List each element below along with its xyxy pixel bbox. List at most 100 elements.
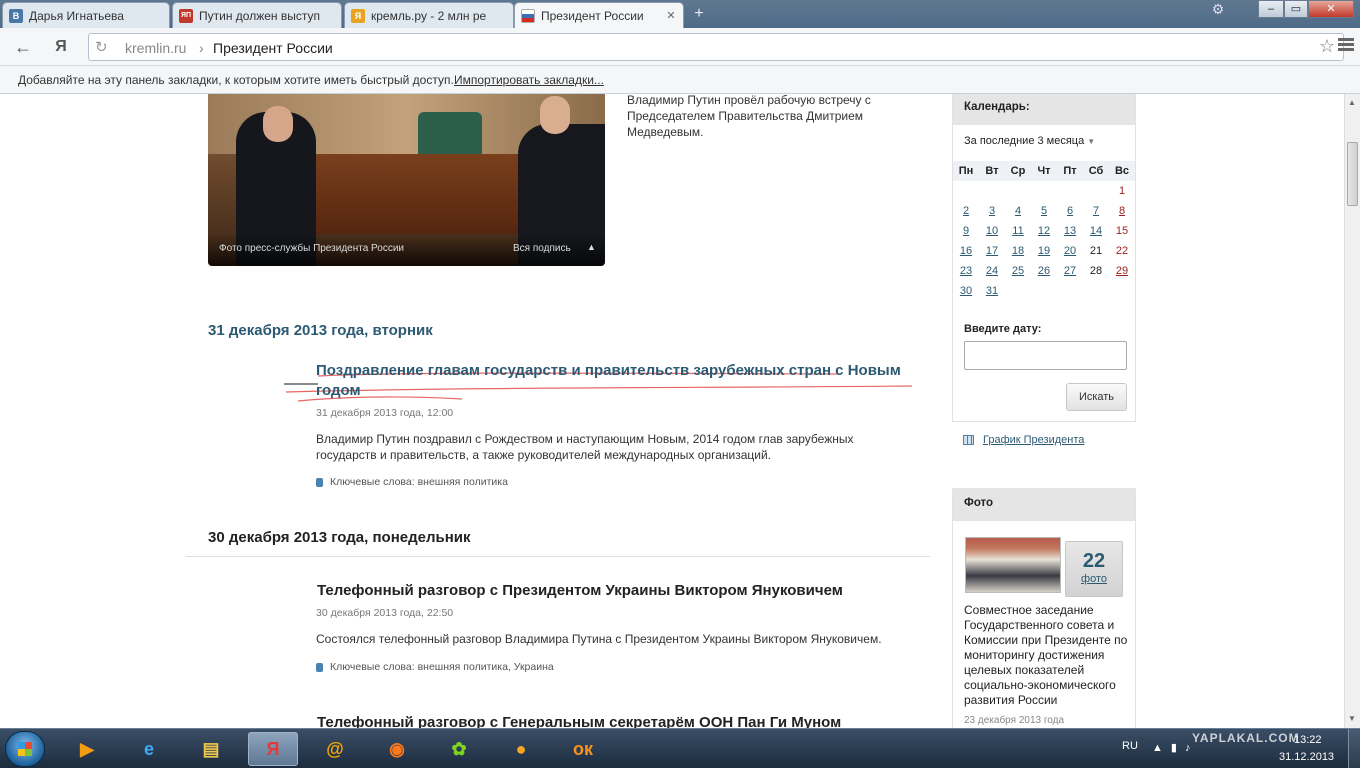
full-caption-toggle[interactable]: Вся подпись bbox=[513, 243, 571, 254]
calendar-day[interactable]: 9 bbox=[953, 221, 979, 241]
back-button[interactable]: ← bbox=[12, 36, 34, 58]
calendar-day[interactable]: 29 bbox=[1109, 261, 1135, 281]
close-tab-icon[interactable]: ✕ bbox=[665, 9, 677, 22]
new-tab-button[interactable]: + bbox=[688, 5, 710, 23]
news-title[interactable]: Поздравление главам государств и правите… bbox=[316, 361, 916, 401]
calendar-day[interactable]: 27 bbox=[1057, 261, 1083, 281]
keywords-value[interactable]: внешняя политика bbox=[418, 476, 508, 488]
calendar-day[interactable]: 30 bbox=[953, 281, 979, 301]
calendar-week: 16 17 18 19 20 21 22 bbox=[953, 241, 1135, 261]
calendar-day[interactable]: 11 bbox=[1005, 221, 1031, 241]
photo-description: Владимир Путин провёл рабочую встречу с … bbox=[627, 94, 871, 139]
calendar-grid: Пн Вт Ср Чт Пт Сб Вс 1 2 3 4 5 6 7 8 9 10 11 12 13 14 15 16 17 1… bbox=[953, 161, 1135, 301]
clock-date[interactable]: 31.12.2013 bbox=[1279, 751, 1334, 763]
close-window-button[interactable]: ✕ bbox=[1308, 0, 1354, 18]
mail-agent-icon[interactable]: @ bbox=[310, 732, 360, 766]
calendar-week: 30 31 bbox=[953, 281, 1135, 301]
calendar-day[interactable]: 2 bbox=[953, 201, 979, 221]
calendar-day[interactable]: 7 bbox=[1083, 201, 1109, 221]
tab-vk[interactable]: В Дарья Игнатьева bbox=[2, 2, 170, 28]
yandex-browser-icon[interactable]: Я bbox=[248, 732, 298, 766]
photo-count-unit[interactable]: фото bbox=[1066, 573, 1122, 585]
start-button[interactable] bbox=[5, 731, 45, 767]
calendar-day[interactable]: 31 bbox=[979, 281, 1005, 301]
calendar-empty-cell bbox=[1005, 281, 1031, 301]
calendar-day[interactable]: 4 bbox=[1005, 201, 1031, 221]
calendar-day[interactable]: 17 bbox=[979, 241, 1005, 261]
scroll-thumb[interactable] bbox=[1347, 142, 1358, 206]
calendar-day[interactable]: 3 bbox=[979, 201, 1005, 221]
minimize-button[interactable]: – bbox=[1258, 0, 1284, 18]
calendar-day[interactable]: 19 bbox=[1031, 241, 1057, 261]
divider bbox=[186, 556, 930, 557]
browser-toolbar: ← Я ↻ kremlin.ru › Президент России ☆ bbox=[0, 28, 1360, 66]
internet-explorer-icon[interactable]: e bbox=[124, 732, 174, 766]
featured-photo[interactable]: Фото пресс-службы Президента России Вся … bbox=[208, 94, 605, 266]
photo-count[interactable]: 22 фото bbox=[1065, 541, 1123, 597]
keywords-value[interactable]: внешняя политика, Украина bbox=[418, 661, 554, 673]
tab-label: кремль.ру - 2 млн ре bbox=[371, 8, 487, 23]
period-dropdown[interactable]: За последние 3 месяца ▼ bbox=[964, 135, 1095, 147]
weekday-label: Пн bbox=[958, 165, 974, 177]
calendar-empty-cell bbox=[1057, 281, 1083, 301]
calendar-day[interactable]: 14 bbox=[1083, 221, 1109, 241]
calendar-title: Календарь: bbox=[953, 94, 1135, 125]
icq-icon[interactable]: ✿ bbox=[434, 732, 484, 766]
settings-gear-icon[interactable]: ⚙ bbox=[1206, 1, 1230, 21]
calendar-week: 23 24 25 26 27 28 29 bbox=[953, 261, 1135, 281]
tag-icon bbox=[316, 662, 323, 672]
search-button[interactable]: Искать bbox=[1066, 383, 1127, 411]
calendar-icon bbox=[963, 435, 974, 445]
news-title[interactable]: Телефонный разговор с Генеральным секрет… bbox=[317, 713, 917, 728]
url-page-title: Президент России bbox=[213, 40, 333, 56]
photo-album-description[interactable]: Совместное заседание Государственного со… bbox=[964, 603, 1134, 708]
calendar-week: 2345678 bbox=[953, 201, 1135, 221]
calendar-day[interactable]: 6 bbox=[1057, 201, 1083, 221]
show-desktop-button[interactable] bbox=[1348, 729, 1360, 768]
tab-kremlin[interactable]: Президент России ✕ bbox=[514, 2, 684, 28]
menu-icon[interactable] bbox=[1338, 36, 1354, 56]
maximize-button[interactable]: ▭ bbox=[1284, 0, 1308, 18]
scroll-up-icon[interactable]: ▲ bbox=[1348, 98, 1356, 107]
import-bookmarks-link[interactable]: Импортировать закладки... bbox=[454, 73, 604, 87]
odnoklassniki-icon[interactable]: ок bbox=[558, 732, 608, 766]
address-bar[interactable]: ↻ kremlin.ru › Президент России ☆ bbox=[88, 33, 1344, 61]
caret-up-icon[interactable]: ▲ bbox=[587, 242, 596, 252]
photo-album-date: 23 декабря 2013 года bbox=[964, 715, 1065, 726]
news-summary: Состоялся телефонный разговор Владимира … bbox=[316, 632, 882, 646]
ball-app-icon[interactable]: ● bbox=[496, 732, 546, 766]
calendar-day[interactable]: 25 bbox=[1005, 261, 1031, 281]
calendar-day[interactable]: 10 bbox=[979, 221, 1005, 241]
calendar-day[interactable]: 26 bbox=[1031, 261, 1057, 281]
media-player-icon[interactable]: ▶ bbox=[62, 732, 112, 766]
calendar-day[interactable]: 13 bbox=[1057, 221, 1083, 241]
day-heading: 30 декабря 2013 года, понедельник bbox=[208, 529, 471, 546]
calendar-day[interactable]: 18 bbox=[1005, 241, 1031, 261]
date-input[interactable] bbox=[964, 341, 1127, 370]
calendar-empty-cell bbox=[1005, 181, 1031, 201]
calendar-day: 22 bbox=[1115, 245, 1129, 257]
language-indicator[interactable]: RU bbox=[1122, 740, 1138, 752]
calendar-day[interactable]: 8 bbox=[1109, 201, 1135, 221]
calendar-day[interactable]: 5 bbox=[1031, 201, 1057, 221]
calendar-day[interactable]: 20 bbox=[1057, 241, 1083, 261]
firefox-icon[interactable]: ◉ bbox=[372, 732, 422, 766]
reload-icon[interactable]: ↻ bbox=[95, 38, 108, 56]
period-label: За последние 3 месяца bbox=[964, 135, 1085, 147]
vertical-scrollbar[interactable]: ▲ ▼ bbox=[1344, 94, 1360, 728]
folder-icon[interactable]: ▤ bbox=[186, 732, 236, 766]
tab-yaplakal[interactable]: ЯП Путин должен выступ bbox=[172, 2, 342, 28]
bookmark-star-icon[interactable]: ☆ bbox=[1319, 36, 1335, 57]
tab-yandex-search[interactable]: Я кремль.ру - 2 млн ре bbox=[344, 2, 514, 28]
calendar-day[interactable]: 16 bbox=[953, 241, 979, 261]
browser-tabstrip: В Дарья Игнатьева ЯП Путин должен выступ… bbox=[0, 0, 1360, 28]
calendar-day[interactable]: 23 bbox=[953, 261, 979, 281]
calendar-day[interactable]: 24 bbox=[979, 261, 1005, 281]
photo-thumbnail[interactable] bbox=[965, 537, 1061, 593]
yandex-home-button[interactable]: Я bbox=[50, 36, 72, 58]
calendar-day[interactable]: 12 bbox=[1031, 221, 1057, 241]
scroll-down-icon[interactable]: ▼ bbox=[1348, 714, 1356, 723]
president-schedule-link[interactable]: График Президента bbox=[963, 434, 1084, 446]
news-title[interactable]: Телефонный разговор с Президентом Украин… bbox=[317, 581, 917, 601]
tag-icon bbox=[316, 477, 323, 487]
